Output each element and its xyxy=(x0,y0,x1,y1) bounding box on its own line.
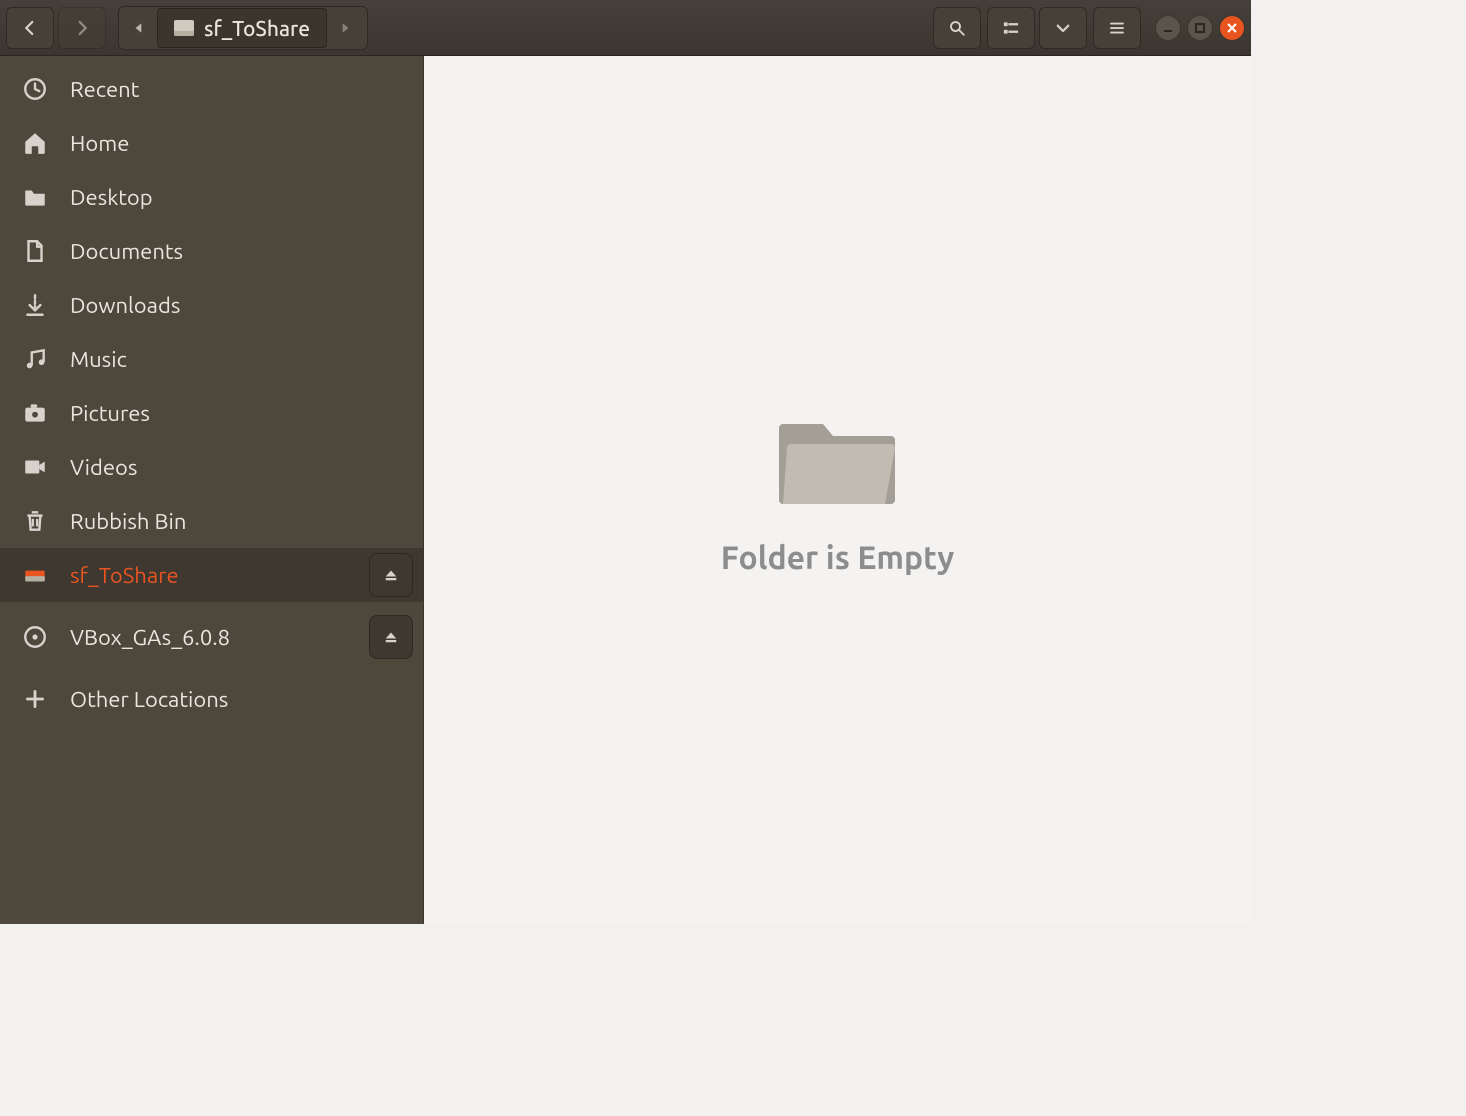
hamburger-menu-button[interactable] xyxy=(1093,7,1141,49)
camera-icon xyxy=(0,400,70,426)
close-button[interactable] xyxy=(1219,15,1245,41)
document-icon xyxy=(0,238,70,264)
path-next-button[interactable] xyxy=(327,8,363,48)
eject-icon xyxy=(382,628,400,646)
video-icon xyxy=(0,454,70,480)
empty-folder-icon xyxy=(773,404,903,514)
headerbar: sf_ToShare xyxy=(0,0,1251,56)
forward-button[interactable] xyxy=(58,7,106,49)
maximize-button[interactable] xyxy=(1187,15,1213,41)
sidebar-item-recent[interactable]: Recent xyxy=(0,62,423,116)
folder-icon xyxy=(0,184,70,210)
sidebar-item-label: Home xyxy=(70,131,413,156)
sidebar-item-label: Recent xyxy=(70,77,413,102)
sidebar-item-label: Desktop xyxy=(70,185,413,210)
sidebar-item-label: Videos xyxy=(70,455,413,480)
sidebar-item-label: VBox_GAs_6.0.8 xyxy=(70,625,369,650)
view-options-button[interactable] xyxy=(1039,7,1087,49)
sidebar: Recent Home Desktop Documents Downloads Music… xyxy=(0,56,424,924)
sidebar-item-desktop[interactable]: Desktop xyxy=(0,170,423,224)
path-prev-button[interactable] xyxy=(121,8,157,48)
sidebar-item-label: Music xyxy=(70,347,413,372)
view-buttons xyxy=(987,7,1087,49)
sidebar-item-videos[interactable]: Videos xyxy=(0,440,423,494)
sidebar-item-home[interactable]: Home xyxy=(0,116,423,170)
search-icon xyxy=(948,19,966,37)
sidebar-item-label: Other Locations xyxy=(70,687,413,712)
sidebar-item-label: sf_ToShare xyxy=(70,563,369,588)
empty-folder-text: Folder is Empty xyxy=(721,540,954,576)
sidebar-item-other-locations[interactable]: Other Locations xyxy=(0,672,423,726)
eject-button[interactable] xyxy=(369,615,413,659)
trash-icon xyxy=(0,508,70,534)
drive-icon xyxy=(0,562,70,588)
sidebar-item-documents[interactable]: Documents xyxy=(0,224,423,278)
close-icon xyxy=(1226,22,1238,34)
chevron-down-icon xyxy=(1054,19,1072,37)
minimize-icon xyxy=(1162,22,1174,34)
sidebar-item-downloads[interactable]: Downloads xyxy=(0,278,423,332)
sidebar-item-pictures[interactable]: Pictures xyxy=(0,386,423,440)
nav-buttons xyxy=(6,7,106,49)
triangle-right-icon xyxy=(338,21,352,35)
path-segment-current[interactable]: sf_ToShare xyxy=(157,8,327,48)
clock-icon xyxy=(0,76,70,102)
sidebar-item-label: Documents xyxy=(70,239,413,264)
sidebar-item-vbox-gas-6-0-8[interactable]: VBox_GAs_6.0.8 xyxy=(0,602,423,672)
sidebar-item-music[interactable]: Music xyxy=(0,332,423,386)
drive-icon xyxy=(174,20,194,36)
home-icon xyxy=(0,130,70,156)
window-controls xyxy=(1155,15,1245,41)
chevron-right-icon xyxy=(73,19,91,37)
sidebar-item-label: Pictures xyxy=(70,401,413,426)
plus-icon xyxy=(0,686,70,712)
hamburger-icon xyxy=(1108,19,1126,37)
chevron-left-icon xyxy=(21,19,39,37)
sidebar-item-label: Rubbish Bin xyxy=(70,509,413,534)
path-segment-label: sf_ToShare xyxy=(204,16,310,40)
minimize-button[interactable] xyxy=(1155,15,1181,41)
download-icon xyxy=(0,292,70,318)
sidebar-item-label: Downloads xyxy=(70,293,413,318)
disc-icon xyxy=(0,624,70,650)
search-button[interactable] xyxy=(933,7,981,49)
sidebar-item-rubbish-bin[interactable]: Rubbish Bin xyxy=(0,494,423,548)
back-button[interactable] xyxy=(6,7,54,49)
eject-button[interactable] xyxy=(369,553,413,597)
list-view-icon xyxy=(1002,19,1020,37)
list-view-button[interactable] xyxy=(987,7,1035,49)
sidebar-item-sf-toshare[interactable]: sf_ToShare xyxy=(0,548,423,602)
pathbar: sf_ToShare xyxy=(118,6,368,50)
maximize-icon xyxy=(1194,22,1206,34)
eject-icon xyxy=(382,566,400,584)
music-icon xyxy=(0,346,70,372)
triangle-left-icon xyxy=(132,21,146,35)
folder-content: Folder is Empty xyxy=(424,56,1251,924)
